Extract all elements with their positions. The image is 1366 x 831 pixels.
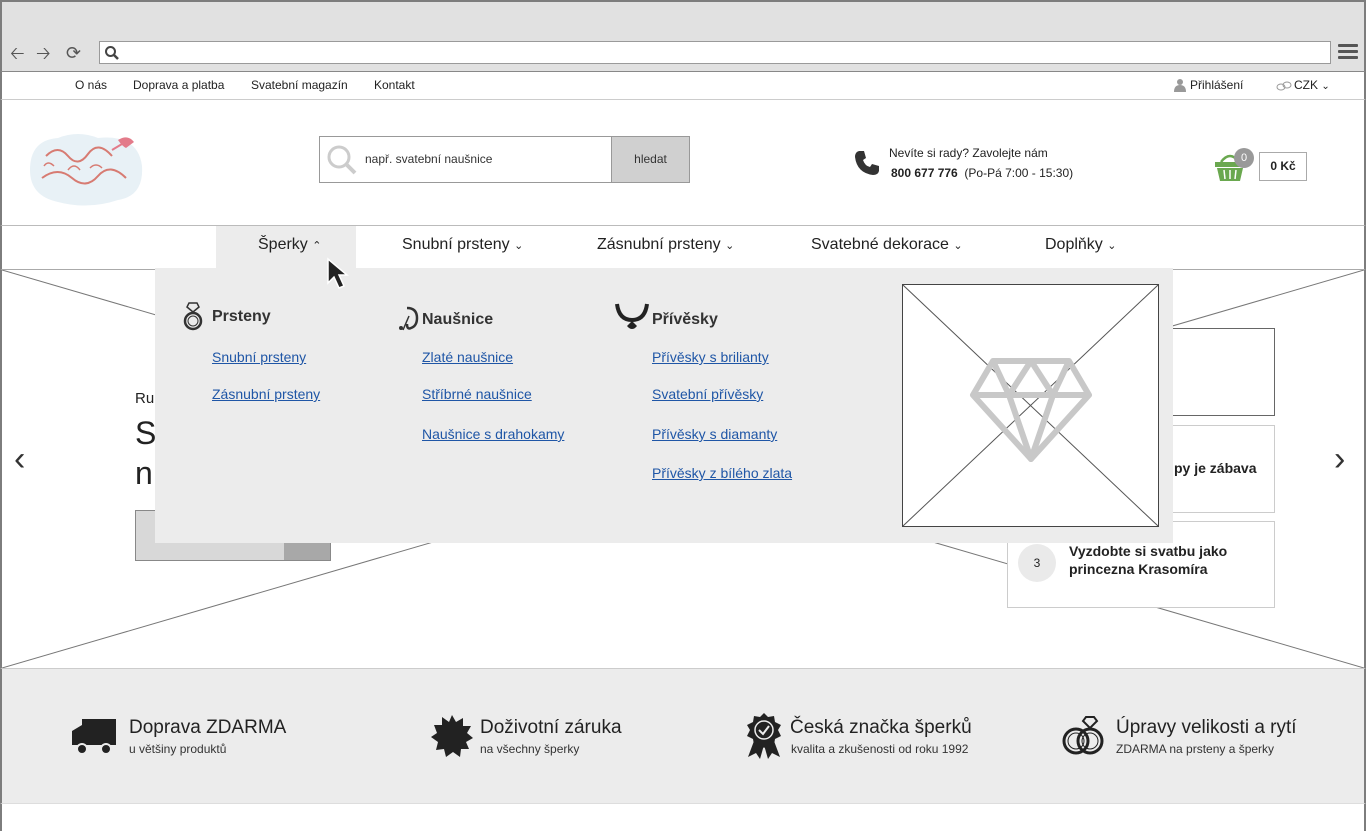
chevron-down-icon: ⌄ xyxy=(514,240,524,252)
ring-icon xyxy=(183,302,203,331)
earring-icon xyxy=(399,306,419,331)
benefits-bar: Doprava ZDARMA u většiny produktů Doživo… xyxy=(0,668,1366,803)
dropdown-link-privesky-s-diamanty[interactable]: Přívěsky s diamanty xyxy=(652,426,777,442)
nav-item-snubni-prsteny[interactable]: Snubní prsteny ⌄ xyxy=(402,236,523,254)
chevron-down-icon: ⌄ xyxy=(1321,81,1330,92)
logo[interactable] xyxy=(28,126,144,218)
page-bottom xyxy=(0,803,1366,831)
nav-item-doplnky[interactable]: Doplňky ⌄ xyxy=(1045,236,1116,254)
hero-title-line-2: n xyxy=(135,455,153,491)
search-icon xyxy=(327,145,357,175)
mouse-cursor-icon xyxy=(327,257,350,289)
opening-hours: (Po-Pá 7:00 - 15:30) xyxy=(964,166,1074,180)
currency-select[interactable]: CZK ⌄ xyxy=(1294,78,1330,92)
slide-item-3-text: Vyzdobte si svatbu jako princezna Krasom… xyxy=(1069,543,1228,577)
search-button[interactable]: hledat xyxy=(611,136,690,183)
url-bar[interactable] xyxy=(99,41,1331,64)
chevron-down-icon: ⌄ xyxy=(1107,240,1117,252)
mega-menu-dropdown: Prsteny Snubní prsteny Zásnubní prsteny … xyxy=(155,268,1173,543)
back-icon[interactable]: 🡠 xyxy=(10,42,25,64)
award-icon xyxy=(747,713,781,759)
dropdown-promo-image[interactable] xyxy=(902,284,1159,527)
chevron-down-icon: ⌄ xyxy=(953,240,963,252)
benefit-title-znacka: Česká značka šperků xyxy=(790,717,972,738)
nav-item-sperky[interactable]: Šperky ⌃ xyxy=(258,236,321,254)
benefit-sub-zaruka: na všechny šperky xyxy=(480,742,580,756)
cart-price[interactable]: 0 Kč xyxy=(1259,152,1307,181)
dropdown-heading-privesky: Přívěsky xyxy=(652,311,718,328)
coins-icon xyxy=(1276,81,1292,91)
dropdown-link-privesky-s-brilianty[interactable]: Přívěsky s brilianty xyxy=(652,349,769,365)
benefit-title-doprava: Doprava ZDARMA xyxy=(129,717,287,738)
nav-item-svatebne-dekorace[interactable]: Svatebné dekorace ⌄ xyxy=(811,236,963,254)
carousel-next-icon[interactable]: › xyxy=(1334,440,1345,479)
badge-icon xyxy=(431,715,473,757)
help-phone: 800 677 776 (Po-Pá 7:00 - 15:30) xyxy=(891,166,1073,180)
dropdown-link-snubni-prsteny[interactable]: Snubní prsteny xyxy=(212,349,306,365)
search-placeholder: např. svatební naušnice xyxy=(365,152,493,166)
benefit-sub-znacka: kvalita a zkušenosti od roku 1992 xyxy=(791,742,969,756)
slide-number-badge: 3 xyxy=(1018,544,1056,582)
dropdown-link-svatebni-privesky[interactable]: Svatební přívěsky xyxy=(652,386,763,402)
chevron-down-icon: ⌄ xyxy=(725,240,735,252)
dropdown-link-nausnice-s-drahokamy[interactable]: Naušnice s drahokamy xyxy=(422,426,564,442)
help-text: Nevíte si rady? Zavolejte nám xyxy=(889,146,1048,160)
dropdown-heading-nausnice: Naušnice xyxy=(422,311,494,328)
forward-icon[interactable]: 🡢 xyxy=(36,42,51,64)
benefit-sub-doprava: u většiny produktů xyxy=(129,742,227,756)
link-kontakt[interactable]: Kontakt xyxy=(374,78,415,92)
user-icon xyxy=(1174,79,1186,92)
benefit-title-upravy: Úpravy velikosti a rytí xyxy=(1116,717,1297,738)
slide-item-2-text: py je zábava xyxy=(1174,460,1257,476)
truck-icon xyxy=(72,719,116,755)
link-o-nas[interactable]: O nás xyxy=(75,78,107,92)
top-bar: O nás Doprava a platba Svatební magazín … xyxy=(0,72,1366,100)
dropdown-link-privesky-z-bileho-zlata[interactable]: Přívěsky z bílého zlata xyxy=(652,465,792,481)
browser-menu-icon[interactable] xyxy=(1338,41,1358,63)
dropdown-link-zasnubni-prsteny[interactable]: Zásnubní prsteny xyxy=(212,386,320,402)
phone-icon xyxy=(855,151,879,175)
search-icon xyxy=(105,46,119,60)
benefit-sub-upravy: ZDARMA na prsteny a šperky xyxy=(1116,742,1275,756)
link-doprava[interactable]: Doprava a platba xyxy=(133,78,224,92)
chevron-up-icon: ⌃ xyxy=(312,240,322,252)
dropdown-heading-prsteny: Prsteny xyxy=(212,308,271,325)
search-input[interactable]: např. svatební naušnice xyxy=(319,136,612,183)
dropdown-link-stribrne-nausnice[interactable]: Stříbrné naušnice xyxy=(422,386,532,402)
dropdown-link-zlate-nausnice[interactable]: Zlaté naušnice xyxy=(422,349,513,365)
site-header: např. svatební naušnice hledat Nevíte si… xyxy=(0,100,1366,226)
rings-icon xyxy=(1062,716,1104,755)
necklace-icon xyxy=(615,303,649,329)
reload-icon[interactable]: ⟳ xyxy=(66,42,81,64)
login-link[interactable]: Přihlášení xyxy=(1190,78,1243,92)
phone-number[interactable]: 800 677 776 xyxy=(891,166,958,180)
main-nav: Šperky ⌃ Snubní prsteny ⌄ Zásnubní prste… xyxy=(0,226,1366,270)
nav-item-zasnubni-prsteny[interactable]: Zásnubní prsteny ⌄ xyxy=(597,236,734,254)
link-magazin[interactable]: Svatební magazín xyxy=(251,78,348,92)
carousel-prev-icon[interactable]: ‹ xyxy=(14,440,25,479)
hero-subtitle: Ru xyxy=(135,390,155,407)
benefit-title-zaruka: Doživotní záruka xyxy=(480,717,622,738)
cart-count-badge: 0 xyxy=(1234,148,1254,168)
hero-title-line-1: S xyxy=(135,415,157,451)
